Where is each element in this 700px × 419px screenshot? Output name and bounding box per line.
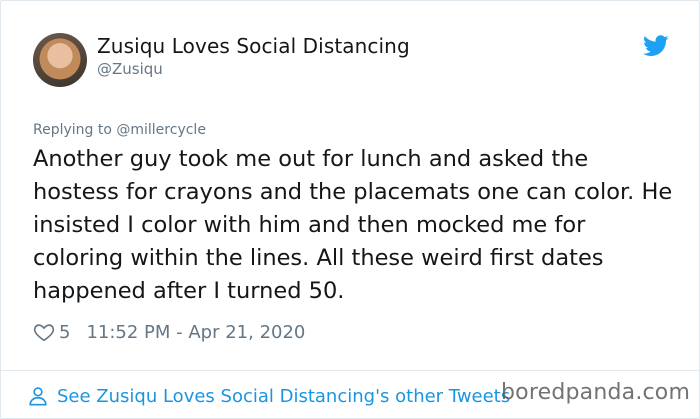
watermark: boredpanda.com xyxy=(501,380,691,405)
heart-icon[interactable] xyxy=(33,321,55,343)
twitter-bird-icon[interactable] xyxy=(643,35,669,57)
divider xyxy=(1,370,700,371)
person-icon xyxy=(29,387,47,406)
see-other-tweets-label: See Zusiqu Loves Social Distancing's oth… xyxy=(57,385,511,407)
avatar[interactable] xyxy=(33,33,87,87)
tweet-text: Another guy took me out for lunch and as… xyxy=(33,146,673,304)
see-other-tweets-link[interactable]: See Zusiqu Loves Social Distancing's oth… xyxy=(27,382,510,410)
replying-to[interactable]: Replying to @millercycle xyxy=(33,122,206,138)
display-name[interactable]: Zusiqu Loves Social Distancing xyxy=(97,34,410,58)
tweet-meta: 5 11:52 PM - Apr 21, 2020 xyxy=(33,319,305,345)
timestamp[interactable]: 11:52 PM - Apr 21, 2020 xyxy=(86,322,305,343)
like-count[interactable]: 5 xyxy=(59,322,70,343)
user-handle[interactable]: @Zusiqu xyxy=(97,60,163,78)
tweet-card: Zusiqu Loves Social Distancing @Zusiqu R… xyxy=(0,0,700,419)
